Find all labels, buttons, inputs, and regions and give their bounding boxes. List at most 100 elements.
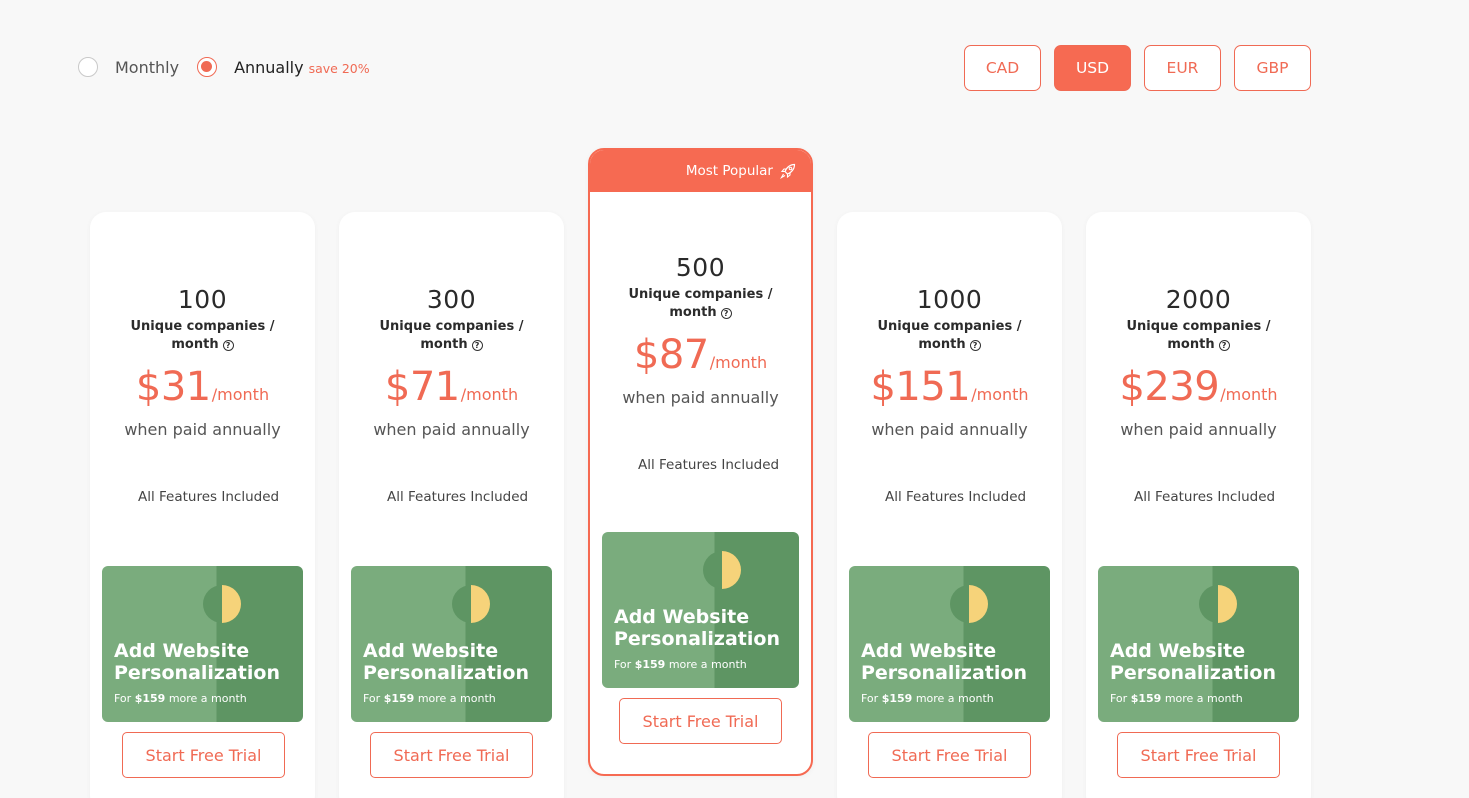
plan-unit-line2: month: [420, 337, 468, 352]
addon-title-line1: Add Website: [114, 640, 250, 662]
plan-price: $71/month: [339, 364, 564, 410]
plan-billing-note: when paid annually: [373, 420, 530, 439]
plan-features: All Features Included: [638, 457, 780, 473]
plan-billing-note: when paid annually: [1120, 420, 1277, 439]
plan-price-amount: $71: [384, 364, 460, 410]
plan-price-amount: $31: [135, 364, 211, 410]
plan-unit: Unique companies / month?: [90, 318, 315, 354]
currency-eur-button[interactable]: EUR: [1144, 45, 1221, 91]
addon-price-suffix: more a month: [168, 692, 247, 705]
addon-title-line2: Personalization: [363, 662, 529, 684]
plan-billing-note: when paid annually: [871, 420, 1028, 439]
addon-title: Add Website Personalization: [114, 640, 280, 684]
website-personalization-addon[interactable]: Add Website Personalization For $159 mor…: [351, 566, 552, 722]
help-icon[interactable]: ?: [720, 308, 732, 319]
plan-unit-line1: Unique companies /: [1126, 319, 1271, 334]
plan-unit-line1: Unique companies /: [628, 287, 773, 302]
most-popular-label: Most Popular: [685, 163, 773, 179]
addon-price-prefix: For: [861, 692, 879, 705]
plan-unit: Unique companies / month?: [1086, 318, 1311, 354]
annually-label[interactable]: Annually: [234, 58, 304, 77]
addon-price-note: For $159 more a month: [114, 692, 247, 705]
plan-billing-note: when paid annually: [124, 420, 281, 439]
addon-price: $159: [634, 658, 666, 671]
start-free-trial-button[interactable]: Start Free Trial: [619, 698, 782, 744]
addon-title: Add Website Personalization: [861, 640, 1027, 684]
start-free-trial-button[interactable]: Start Free Trial: [122, 732, 285, 778]
website-personalization-addon[interactable]: Add Website Personalization For $159 mor…: [102, 566, 303, 722]
plan-quantity: 300: [426, 285, 477, 314]
half-moon-icon: [452, 585, 490, 623]
addon-title: Add Website Personalization: [1110, 640, 1276, 684]
plan-billing-note: when paid annually: [622, 388, 779, 407]
plan-price: $87/month: [590, 332, 811, 378]
currency-cad-button[interactable]: CAD: [964, 45, 1041, 91]
rocket-icon: [780, 163, 796, 179]
plan-unit-line2: month: [171, 337, 219, 352]
plan-price-period: /month: [971, 385, 1029, 404]
currency-usd-button[interactable]: USD: [1054, 45, 1131, 91]
annual-save-note: save 20%: [308, 60, 370, 76]
plan-unit-line2: month: [918, 337, 966, 352]
plan-unit: Unique companies / month?: [590, 286, 811, 322]
plan-card-1000: 1000 Unique companies / month? $151/mont…: [837, 212, 1062, 798]
plan-quantity: 100: [177, 285, 228, 314]
currency-gbp-button[interactable]: GBP: [1234, 45, 1311, 91]
monthly-radio[interactable]: [78, 57, 98, 77]
plan-price-period: /month: [460, 385, 519, 404]
start-free-trial-button[interactable]: Start Free Trial: [370, 732, 533, 778]
addon-title-line1: Add Website: [861, 640, 997, 662]
addon-price-prefix: For: [1110, 692, 1128, 705]
plan-price-amount: $151: [870, 364, 971, 410]
addon-price-prefix: For: [114, 692, 132, 705]
plan-card-300: 300 Unique companies / month? $71/month …: [339, 212, 564, 798]
half-moon-icon: [950, 585, 988, 623]
addon-price: $159: [1130, 692, 1162, 705]
website-personalization-addon[interactable]: Add Website Personalization For $159 mor…: [1098, 566, 1299, 722]
plan-price-amount: $239: [1119, 364, 1220, 410]
half-moon-icon: [1199, 585, 1237, 623]
start-free-trial-button[interactable]: Start Free Trial: [1117, 732, 1280, 778]
plan-card-100: 100 Unique companies / month? $31/month …: [90, 212, 315, 798]
help-icon[interactable]: ?: [471, 340, 483, 351]
website-personalization-addon[interactable]: Add Website Personalization For $159 mor…: [602, 532, 799, 688]
plan-card-2000: 2000 Unique companies / month? $239/mont…: [1086, 212, 1311, 798]
plan-price-period: /month: [1220, 385, 1278, 404]
addon-price-suffix: more a month: [1164, 692, 1243, 705]
addon-title-line2: Personalization: [614, 628, 780, 650]
most-popular-badge: Most Popular: [590, 150, 811, 192]
addon-price-prefix: For: [363, 692, 381, 705]
help-icon[interactable]: ?: [969, 340, 981, 351]
addon-price-note: For $159 more a month: [861, 692, 994, 705]
addon-title-line2: Personalization: [114, 662, 280, 684]
addon-title-line2: Personalization: [861, 662, 1027, 684]
half-moon-icon: [703, 551, 741, 589]
plan-quantity: 2000: [1165, 285, 1232, 314]
plan-price-amount: $87: [633, 332, 709, 378]
plan-features: All Features Included: [387, 489, 529, 505]
billing-toggle: Monthly Annually save 20%: [78, 57, 370, 77]
plan-unit-line2: month: [669, 305, 717, 320]
addon-price: $159: [383, 692, 415, 705]
addon-price: $159: [134, 692, 166, 705]
addon-price: $159: [881, 692, 913, 705]
plan-features: All Features Included: [1134, 489, 1276, 505]
website-personalization-addon[interactable]: Add Website Personalization For $159 mor…: [849, 566, 1050, 722]
plan-price: $239/month: [1086, 364, 1311, 410]
addon-price-suffix: more a month: [417, 692, 496, 705]
plan-price-period: /month: [211, 385, 270, 404]
annually-radio[interactable]: [197, 57, 218, 77]
plan-features: All Features Included: [885, 489, 1027, 505]
plan-unit-line1: Unique companies /: [379, 319, 524, 334]
addon-title-line1: Add Website: [614, 606, 750, 628]
help-icon[interactable]: ?: [222, 340, 234, 351]
help-icon[interactable]: ?: [1218, 340, 1230, 351]
monthly-label[interactable]: Monthly: [115, 58, 179, 77]
plan-unit: Unique companies / month?: [837, 318, 1062, 354]
start-free-trial-button[interactable]: Start Free Trial: [868, 732, 1031, 778]
plan-card-500: Most Popular 500 Unique companies / mont…: [588, 148, 813, 776]
addon-title-line2: Personalization: [1110, 662, 1276, 684]
addon-price-prefix: For: [614, 658, 632, 671]
plan-quantity: 1000: [916, 285, 983, 314]
addon-price-note: For $159 more a month: [614, 658, 747, 671]
